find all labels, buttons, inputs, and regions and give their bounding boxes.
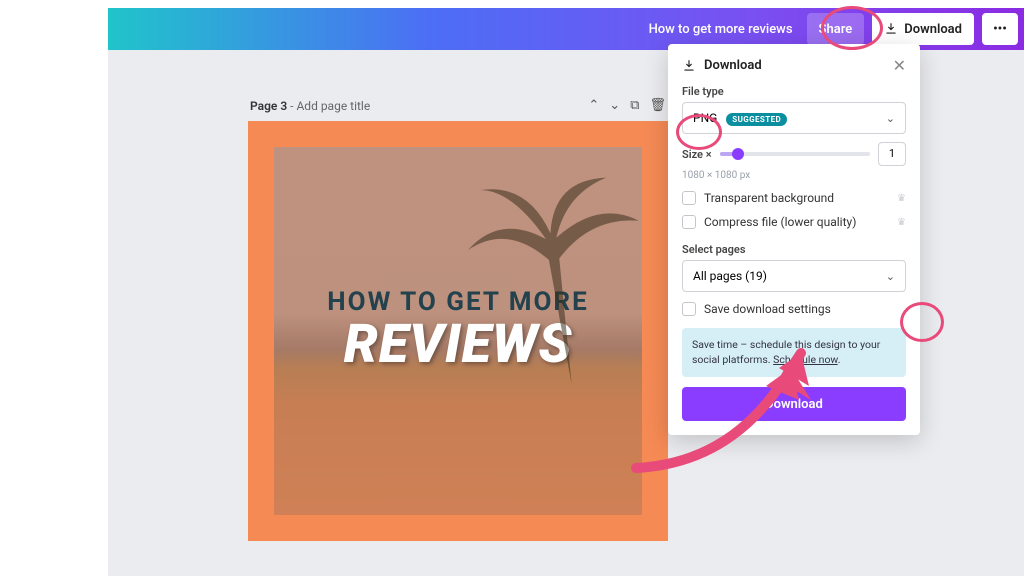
download-confirm-button[interactable]: Download — [682, 387, 906, 421]
checkbox[interactable] — [682, 215, 696, 229]
schedule-tip: Save time – schedule this design to your… — [682, 328, 906, 377]
size-slider[interactable] — [720, 152, 870, 156]
file-type-label: File type — [682, 85, 906, 98]
suggested-badge: SUGGESTED — [726, 113, 787, 126]
select-pages-label: Select pages — [682, 243, 906, 256]
select-pages-dropdown[interactable]: All pages (19) ⌄ — [682, 260, 906, 292]
chevron-down-icon: ⌄ — [886, 270, 895, 283]
design-content: HOW TO GET MORE REVIEWS — [274, 147, 642, 515]
delete-page-button[interactable]: 🗑 — [649, 98, 666, 113]
page-number: Page 3 — [250, 99, 287, 113]
ellipsis-icon: ••• — [993, 22, 1007, 37]
duplicate-page-button[interactable]: ⧉ — [630, 98, 639, 113]
transparent-bg-option[interactable]: Transparent background ♛ — [682, 191, 906, 205]
tip-period: . — [838, 353, 841, 366]
option-label: Compress file (lower quality) — [704, 215, 856, 229]
file-type-text: PNG — [693, 111, 717, 125]
palm-decoration — [429, 160, 642, 400]
size-label: Size × — [682, 148, 712, 161]
page-title-field[interactable]: Page 3 - Add page title — [250, 99, 370, 113]
file-type-select[interactable]: PNG SUGGESTED ⌄ — [682, 102, 906, 134]
size-row: Size × 1 — [682, 142, 906, 166]
slider-thumb[interactable] — [732, 148, 744, 160]
pro-crown-icon: ♛ — [897, 193, 906, 204]
design-canvas[interactable]: HOW TO GET MORE REVIEWS — [248, 121, 668, 541]
chevron-down-icon: ⌄ — [886, 112, 895, 125]
close-icon[interactable]: ✕ — [893, 56, 906, 75]
download-icon — [884, 22, 898, 36]
size-value-input[interactable]: 1 — [878, 142, 906, 166]
checkbox[interactable] — [682, 302, 696, 316]
more-menu-button[interactable]: ••• — [982, 13, 1018, 45]
page-wrapper: Page 3 - Add page title ⌃ ⌄ ⧉ 🗑 HOW TO G… — [248, 90, 668, 541]
panel-title: Download — [682, 58, 762, 73]
page-down-button[interactable]: ⌄ — [609, 98, 620, 113]
save-settings-option[interactable]: Save download settings — [682, 302, 906, 316]
file-type-value: PNG SUGGESTED — [693, 111, 787, 126]
panel-title-text: Download — [704, 58, 762, 73]
page-header: Page 3 - Add page title ⌃ ⌄ ⧉ 🗑 — [248, 90, 668, 121]
checkbox[interactable] — [682, 191, 696, 205]
document-title[interactable]: How to get more reviews — [649, 22, 793, 37]
schedule-now-link[interactable]: Schedule now — [773, 353, 838, 366]
share-button[interactable]: Share — [807, 13, 865, 45]
download-panel: Download ✕ File type PNG SUGGESTED ⌄ Siz… — [668, 44, 920, 435]
option-label: Save download settings — [704, 302, 831, 316]
output-dimensions: 1080 × 1080 px — [682, 170, 906, 181]
page-toolbar: ⌃ ⌄ ⧉ 🗑 — [588, 98, 666, 113]
pro-crown-icon: ♛ — [897, 217, 906, 228]
download-button-top-label: Download — [904, 22, 962, 37]
page-up-button[interactable]: ⌃ — [588, 98, 599, 113]
download-button-top[interactable]: Download — [872, 13, 974, 45]
panel-header: Download ✕ — [682, 56, 906, 75]
option-label: Transparent background — [704, 191, 834, 205]
page-title-placeholder: - Add page title — [287, 99, 370, 113]
compress-file-option[interactable]: Compress file (lower quality) ♛ — [682, 215, 906, 229]
select-pages-value: All pages (19) — [693, 269, 767, 283]
download-icon — [682, 59, 696, 73]
